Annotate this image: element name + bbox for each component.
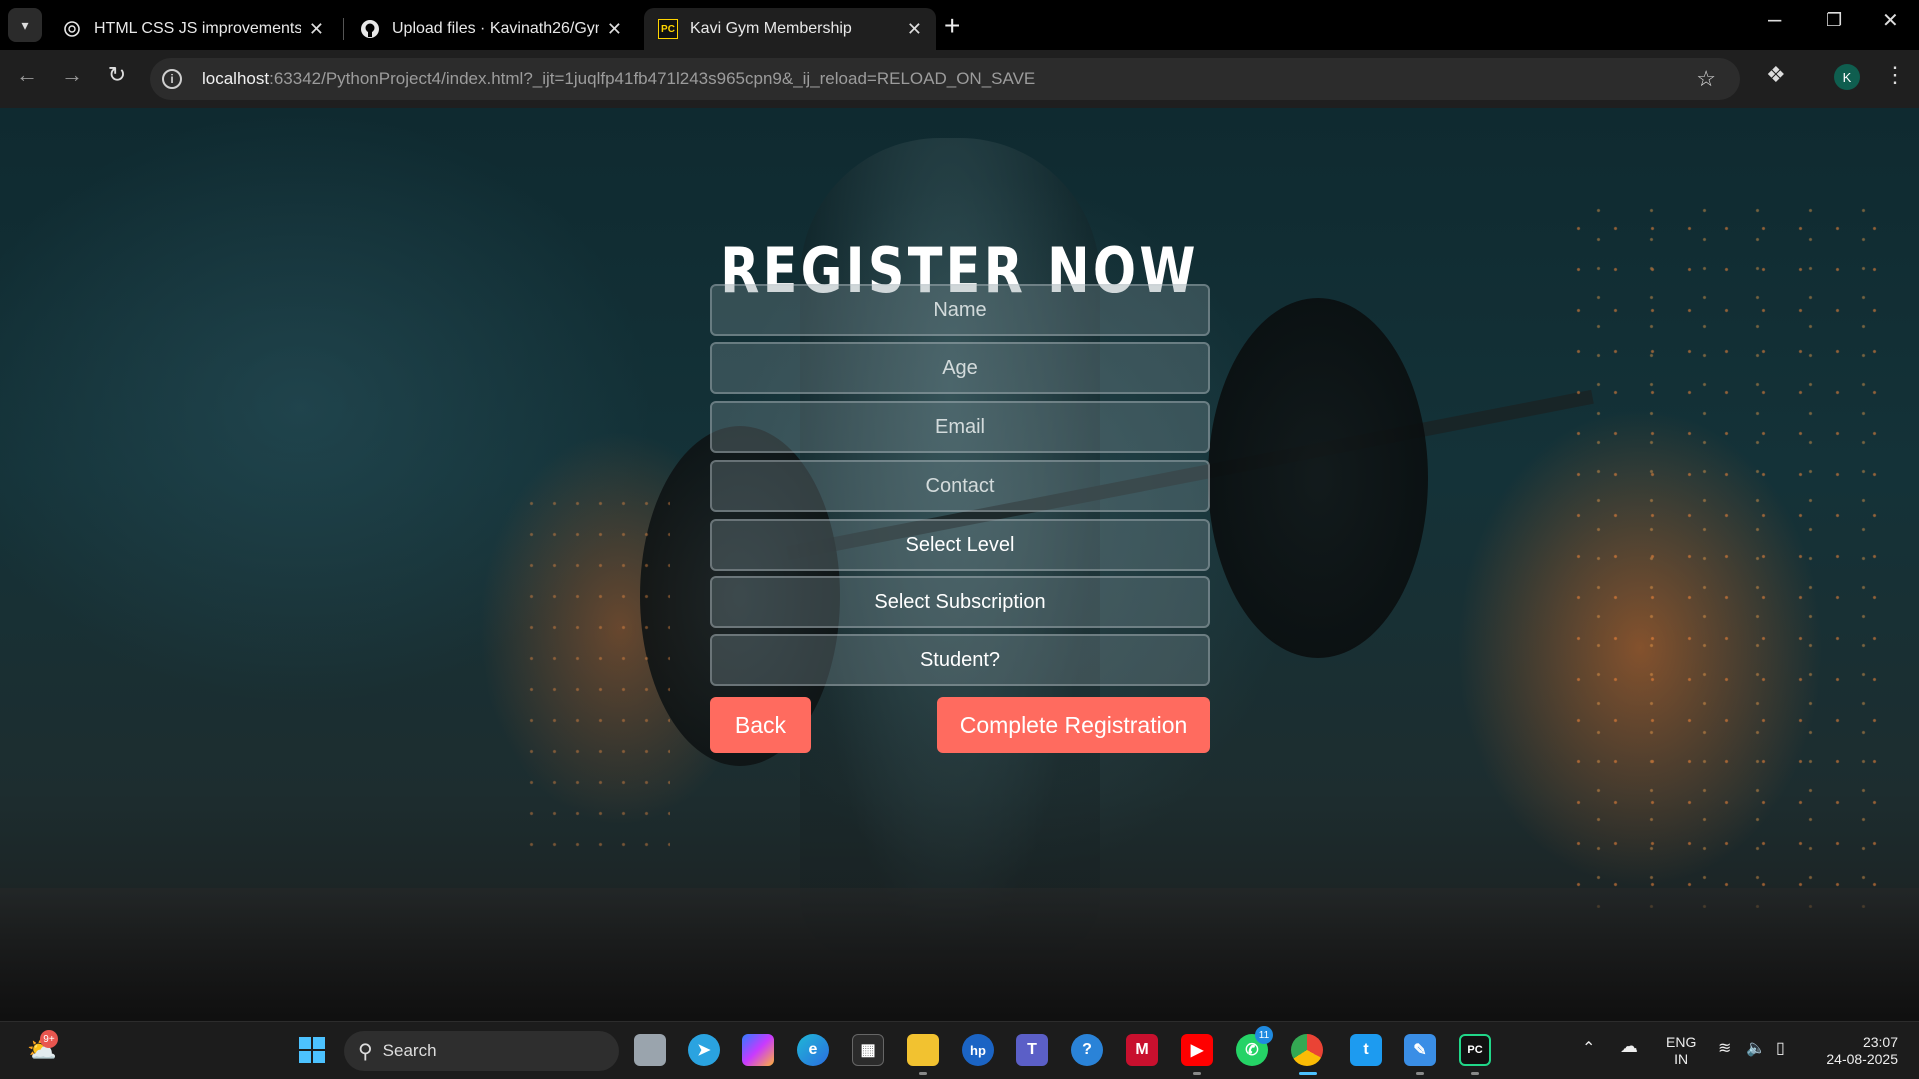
bookmark-star-icon[interactable]: ☆ [1696,66,1716,92]
pycharm-taskbar-icon[interactable]: PC [1459,1034,1491,1066]
teams-icon[interactable]: T [1016,1034,1048,1066]
pycharm-icon: PC [658,19,678,39]
language-indicator[interactable]: ENG IN [1666,1034,1696,1068]
close-icon[interactable]: ✕ [607,19,622,40]
back-arrow-icon[interactable]: ← [10,62,44,88]
minimize-icon[interactable]: – [1768,6,1781,34]
tab-html-css-js[interactable]: HTML CSS JS improvements ✕ [48,8,338,50]
running-indicator [1193,1072,1201,1075]
copilot-icon[interactable] [742,1034,774,1066]
background-plate [1208,298,1428,658]
browser-toolbar: ← → ↻ i localhost:63342/PythonProject4/i… [0,50,1919,108]
search-label: Search [382,1041,437,1060]
clock-date: 24-08-2025 [1826,1051,1898,1067]
close-icon[interactable]: ✕ [309,19,324,40]
tab-upload-files[interactable]: Upload files · Kavinath26/Gym_ ✕ [346,8,636,50]
background-sparks [520,488,670,868]
youtube-icon[interactable]: ▶ [1181,1034,1213,1066]
clock-time: 23:07 [1862,1034,1898,1050]
level-select[interactable]: Select Level [710,519,1210,571]
tab-title: HTML CSS JS improvements [94,20,301,37]
notification-badge: 9+ [40,1030,58,1048]
search-icon: ⚲ [358,1040,373,1063]
file-explorer-icon[interactable] [907,1034,939,1066]
tab-search-button[interactable]: ▾ [8,8,42,42]
windows-taskbar: ⛅ 9+ ⚲ Search ➤ e ▦ hp T ? M ▶ ✆ 11 t ✎ … [0,1021,1919,1079]
battery-icon[interactable]: ▯ [1776,1040,1785,1057]
whatsapp-badge: 11 [1255,1026,1273,1044]
tab-kavi-gym[interactable]: PC Kavi Gym Membership ✕ [644,8,936,50]
language-code: ENG [1666,1034,1697,1050]
github-icon [360,19,380,39]
twitter-icon[interactable]: t [1350,1034,1382,1066]
edge-icon[interactable]: e [797,1034,829,1066]
taskbar-search-box[interactable]: ⚲ Search [344,1031,619,1071]
region-code: IN [1674,1051,1689,1067]
running-indicator [1471,1072,1479,1075]
more-menu-icon[interactable]: ⋮ [1884,62,1906,88]
running-indicator [919,1072,927,1075]
close-window-icon[interactable]: ✕ [1882,8,1899,33]
extensions-icon[interactable]: ❖ [1766,62,1786,88]
telegram-icon[interactable]: ➤ [688,1034,720,1066]
student-select[interactable]: Student? [710,634,1210,686]
back-button[interactable]: Back [710,697,811,753]
clock[interactable]: 23:07 24-08-2025 [1818,1034,1898,1068]
complete-registration-button[interactable]: Complete Registration [937,697,1210,753]
new-tab-button[interactable]: + [944,10,960,42]
volume-icon[interactable]: 🔈 [1746,1040,1766,1057]
page-viewport: REGISTER NOW Name Age Email Contact Sele… [0,108,1919,1021]
background-sparks [1560,208,1900,908]
subscription-select[interactable]: Select Subscription [710,576,1210,628]
active-indicator [1299,1072,1317,1075]
reload-icon[interactable]: ↻ [100,62,134,88]
onedrive-icon[interactable]: ☁ [1620,1037,1638,1055]
close-icon[interactable]: ✕ [907,19,922,40]
windows-start-icon[interactable] [296,1034,328,1066]
site-info-icon[interactable]: i [162,69,182,89]
browser-tab-strip: ▾ HTML CSS JS improvements ✕ Upload file… [0,0,1919,50]
tab-title: Upload files · Kavinath26/Gym_ [392,20,599,37]
tab-title: Kavi Gym Membership [690,20,852,37]
chrome-icon[interactable] [1291,1034,1323,1066]
help-icon[interactable]: ? [1071,1034,1103,1066]
store-icon[interactable]: ▦ [852,1034,884,1066]
app-icon[interactable]: ✎ [1404,1034,1436,1066]
url-host: localhost [202,69,270,88]
restore-icon[interactable]: ❐ [1826,10,1842,31]
url-text: localhost:63342/PythonProject4/index.htm… [202,69,1035,89]
email-input[interactable]: Email [710,401,1210,453]
running-indicator [1416,1072,1424,1075]
wifi-icon[interactable]: ≋ [1718,1040,1731,1057]
hp-icon[interactable]: hp [962,1034,994,1066]
forward-arrow-icon[interactable]: → [55,62,89,88]
chevron-up-icon[interactable]: ⌃ [1582,1040,1595,1057]
tab-separator [343,18,344,40]
age-input[interactable]: Age [710,342,1210,394]
contact-input[interactable]: Contact [710,460,1210,512]
background-floor [0,888,1919,1021]
openai-icon [62,19,82,39]
task-view-icon[interactable] [634,1034,666,1066]
name-input[interactable]: Name [710,284,1210,336]
profile-avatar[interactable]: K [1834,64,1860,90]
mcafee-icon[interactable]: M [1126,1034,1158,1066]
address-bar[interactable]: i localhost:63342/PythonProject4/index.h… [150,58,1740,100]
url-path: :63342/PythonProject4/index.html?_ijt=1j… [269,69,1036,88]
